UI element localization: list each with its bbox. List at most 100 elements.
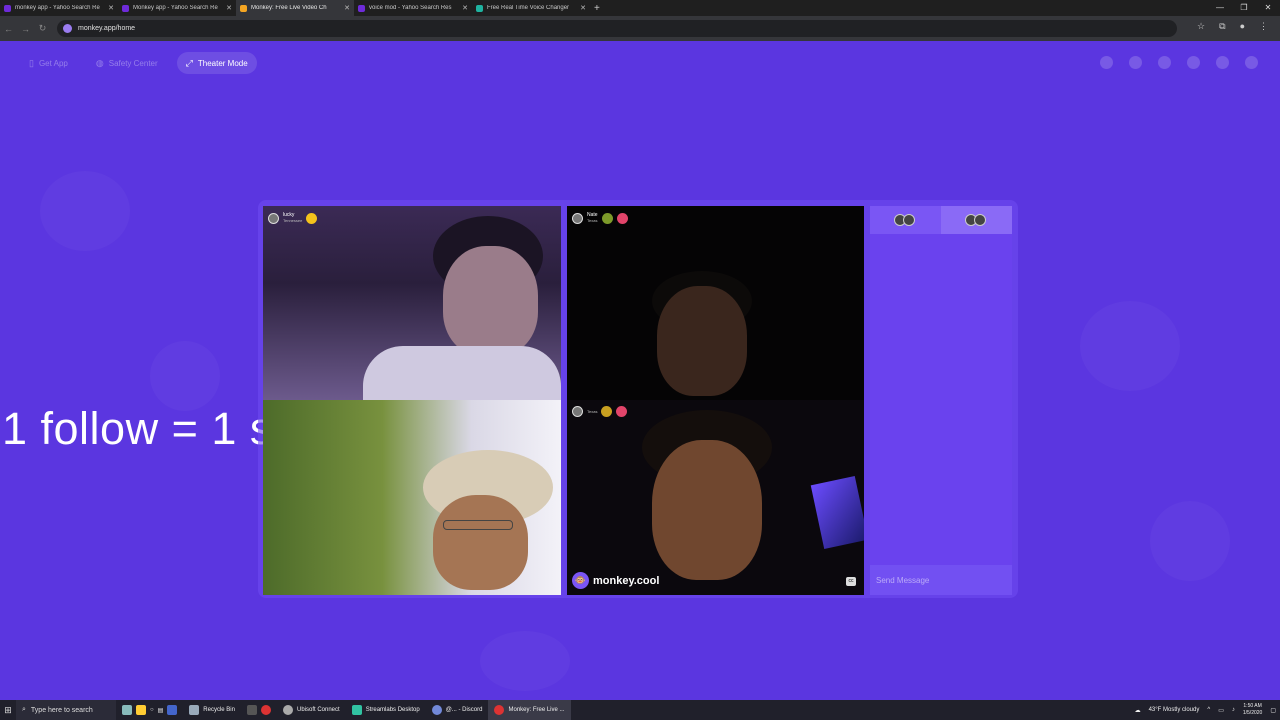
profile-icon[interactable]: ● [1240, 21, 1245, 32]
windows-start-icon[interactable]: ⊞ [0, 705, 16, 716]
safety-center-label: Safety Center [108, 58, 158, 68]
bookmark-star-icon[interactable]: ☆ [1197, 21, 1205, 32]
window-controls: — ❐ ✕ [1208, 0, 1280, 16]
get-app-button[interactable]: ▯ Get App [20, 52, 77, 74]
minimize-icon[interactable]: — [1208, 0, 1232, 16]
search-icon[interactable] [1129, 56, 1142, 69]
chat-tabs [870, 206, 1012, 234]
url-bar[interactable]: monkey.app/home [57, 20, 1177, 37]
browser-tab[interactable]: monkey app - Yahoo Search Re ✕ [0, 0, 118, 16]
avatar[interactable] [1245, 56, 1258, 69]
site-info-icon[interactable] [63, 24, 72, 33]
close-tab-icon[interactable]: ✕ [344, 4, 350, 12]
app-icon[interactable] [246, 705, 257, 715]
theater-mode-label: Theater Mode [197, 58, 248, 68]
url-text: monkey.app/home [78, 25, 136, 32]
yahoo-favicon-icon [122, 4, 129, 12]
user-name: Nate Texas [587, 212, 598, 224]
browser-tab[interactable]: Free Real Time Voice Changer ✕ [472, 0, 590, 16]
safety-center-button[interactable]: ◍ Safety Center [87, 52, 167, 74]
address-toolbar: ← → ↻ monkey.app/home ☆ ⧉ ● ⋮ [0, 16, 1280, 41]
close-window-icon[interactable]: ✕ [1256, 0, 1280, 16]
app-icon[interactable] [122, 705, 132, 715]
avatar [268, 212, 279, 224]
rose-badge-icon [616, 406, 628, 417]
browser-tab[interactable]: voice mod - Yahoo Search Res ✕ [354, 0, 472, 16]
taskbar-search[interactable]: ⌕ Type here to search [16, 700, 116, 720]
messages-icon[interactable] [1216, 56, 1229, 69]
taskbar-item-chrome-monkey[interactable]: Monkey: Free Live ... [488, 700, 571, 720]
taskbar-item-recycle-bin[interactable]: Recycle Bin [183, 700, 241, 720]
cortana-icon[interactable]: ○ [150, 707, 154, 713]
tray-chevron-icon[interactable]: ^ [1207, 707, 1210, 713]
forward-icon[interactable]: → [17, 24, 34, 34]
task-view-icon[interactable]: ▤ [158, 707, 164, 714]
taskbar-item-label: Streamlabs Desktop [365, 707, 420, 713]
close-tab-icon[interactable]: ✕ [462, 4, 468, 12]
menu-kebab-icon[interactable]: ⋮ [1259, 21, 1268, 32]
video-face [433, 495, 528, 590]
browser-tab-bar: monkey app - Yahoo Search Re ✕ Monkey ap… [0, 0, 1280, 16]
weather-icon[interactable]: ☁ [1135, 707, 1141, 714]
avatar [572, 212, 583, 224]
video-tile-partner: Texas 🐵 monkey.cool cc [567, 400, 864, 595]
close-tab-icon[interactable]: ✕ [580, 4, 586, 12]
taskbar-item-discord[interactable]: @... - Discord [426, 700, 489, 720]
user-badge: Nate Texas [572, 212, 628, 224]
tab-chat-pair-2[interactable] [941, 206, 1012, 234]
search-placeholder: Type here to search [30, 706, 93, 714]
chrome-icon[interactable] [260, 705, 271, 715]
yahoo-favicon-icon [4, 4, 11, 12]
background-blob [150, 341, 220, 411]
top-nav: ▯ Get App ◍ Safety Center ⤢ Theater Mode [20, 52, 257, 74]
heart-badge-icon [306, 212, 318, 224]
extensions-icon[interactable]: ⧉ [1219, 21, 1225, 32]
avatar [973, 214, 986, 226]
tab-chat-pair-1[interactable] [870, 206, 941, 234]
video-body [363, 346, 561, 400]
background-blob [1080, 301, 1180, 391]
user-name: Texas [587, 409, 597, 415]
user-location: Texas [587, 218, 598, 223]
heart-badge-icon [601, 406, 613, 417]
restore-icon[interactable]: ❐ [1232, 0, 1256, 16]
tab-title: Monkey app - Yahoo Search Re [133, 5, 218, 11]
theater-mode-button[interactable]: ⤢ Theater Mode [176, 52, 257, 74]
new-tab-icon[interactable]: + [594, 3, 600, 14]
chat-panel: Send Message [870, 206, 1012, 595]
taskbar-item-ubisoft[interactable]: Ubisoft Connect [277, 700, 346, 720]
send-message-input[interactable]: Send Message [870, 565, 1012, 595]
friends-icon[interactable] [1158, 56, 1171, 69]
monkey-page: ▯ Get App ◍ Safety Center ⤢ Theater Mode… [0, 41, 1280, 700]
user-badge: lucky Tennessee [268, 212, 318, 224]
app-icon[interactable] [136, 705, 146, 715]
tab-title: voice mod - Yahoo Search Res [369, 5, 452, 11]
network-icon[interactable]: ▭ [1218, 707, 1224, 714]
taskbar-item-streamlabs[interactable]: Streamlabs Desktop [346, 700, 426, 720]
close-tab-icon[interactable]: ✕ [108, 4, 114, 12]
shop-icon[interactable] [1100, 56, 1113, 69]
taskbar-apps [241, 700, 277, 720]
video-face [652, 440, 762, 580]
reload-icon[interactable]: ↻ [34, 23, 51, 34]
voicemod-favicon-icon [476, 4, 483, 12]
browser-tab-active[interactable]: Monkey: Free Live Video Ch ✕ [236, 0, 354, 16]
close-tab-icon[interactable]: ✕ [226, 4, 232, 12]
tab-title: Free Real Time Voice Changer [487, 5, 570, 11]
video-glasses [443, 520, 513, 530]
tab-title: Monkey: Free Live Video Ch [251, 5, 327, 11]
get-app-label: Get App [38, 58, 68, 68]
history-icon[interactable] [1187, 56, 1200, 69]
volume-icon[interactable]: ♪ [1232, 707, 1235, 713]
captions-icon[interactable]: cc [846, 577, 856, 586]
taskbar-pinned-icons: ○ ▤ [116, 700, 183, 720]
notifications-icon[interactable]: ▢ [1270, 707, 1276, 714]
app-icon[interactable] [167, 705, 178, 715]
toolbar-right-icons: ☆ ⧉ ● ⋮ [1197, 21, 1268, 32]
weather-text[interactable]: 43°F Mostly cloudy [1149, 707, 1200, 713]
back-icon[interactable]: ← [0, 24, 17, 34]
clock[interactable]: 1:50 AM 1/5/2020 [1243, 703, 1262, 717]
top-right-nav [1100, 56, 1258, 69]
browser-tab[interactable]: Monkey app - Yahoo Search Re ✕ [118, 0, 236, 16]
clock-time: 1:50 AM [1243, 703, 1262, 709]
